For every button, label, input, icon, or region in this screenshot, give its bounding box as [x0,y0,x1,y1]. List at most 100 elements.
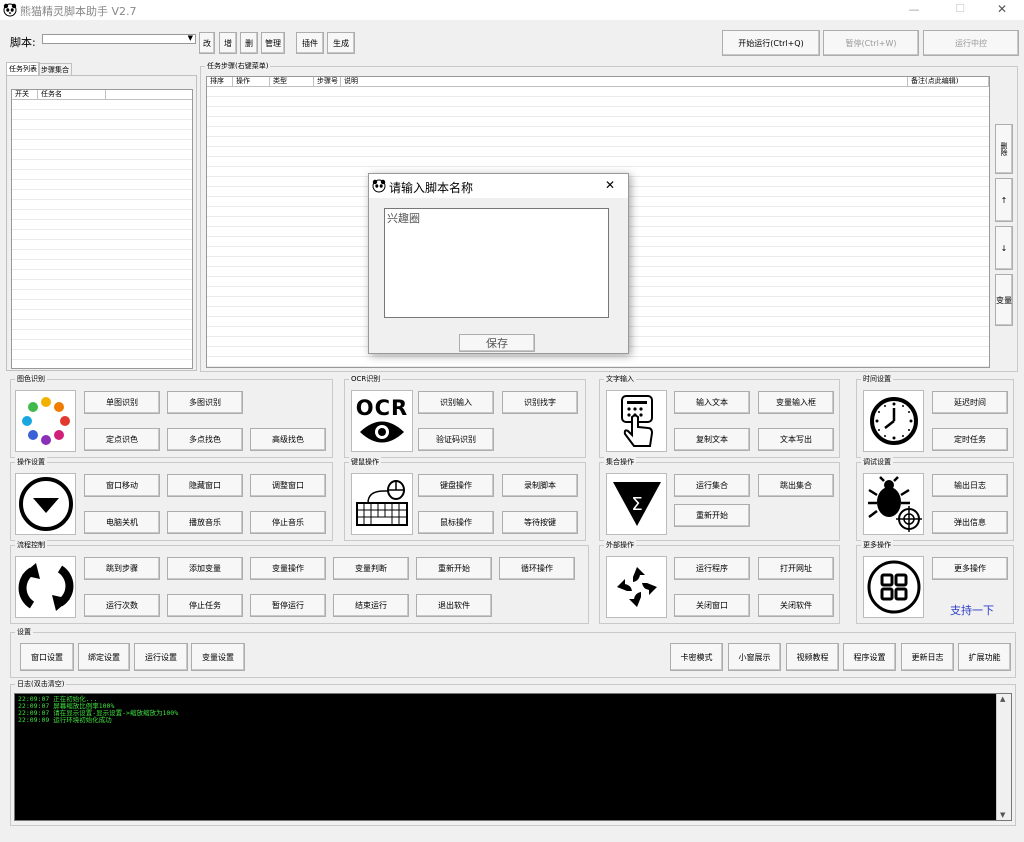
multi-image-recognition-button[interactable]: 多图识别 [167,391,243,414]
variable-settings-button[interactable]: 变量设置 [191,643,245,671]
single-image-recognition-button[interactable]: 单图识别 [84,391,160,414]
mouse-operation-button[interactable]: 鼠标操作 [418,511,494,534]
close-software-button[interactable]: 关闭软件 [758,594,834,617]
script-name-input[interactable]: 兴趣圈 [384,208,609,318]
exit-software-button[interactable]: 退出软件 [416,594,492,617]
variable-judge-button[interactable]: 变量判断 [333,557,409,580]
extensions-button[interactable]: 扩展功能 [958,643,1011,671]
minimize-button[interactable]: — [904,3,924,16]
col-operation[interactable]: 操作 [233,77,270,86]
delete-step-button[interactable]: 删除 [995,124,1013,174]
input-text-button[interactable]: 输入文本 [674,391,750,414]
recognize-input-button[interactable]: 识别输入 [418,391,494,414]
add-variable-button[interactable]: 添加变量 [167,557,243,580]
support-link[interactable]: 支持一下 [950,602,994,618]
end-run-button[interactable]: 结束运行 [333,594,409,617]
stop-music-button[interactable]: 停止音乐 [250,511,326,534]
captcha-recognition-button[interactable]: 验证码识别 [418,428,494,451]
edit-script-button[interactable]: 改 [199,32,215,54]
window-move-button[interactable]: 窗口移动 [84,474,160,497]
more-operations-button[interactable]: 更多操作 [932,557,1008,580]
move-up-button[interactable]: ↑ [995,178,1013,222]
generate-button[interactable]: 生成 [327,32,355,54]
copy-text-button[interactable]: 复制文本 [674,428,750,451]
scroll-up-icon[interactable]: ▲ [1000,695,1005,703]
run-collection-button[interactable]: 运行集合 [674,474,750,497]
pause-button[interactable]: 暂停(Ctrl+W) [823,30,919,56]
variable-input-box-button[interactable]: 变量输入框 [758,391,834,414]
tab-task-list[interactable]: 任务列表 [6,62,40,75]
dialog-close-button[interactable]: ✕ [605,178,615,192]
window-settings-button[interactable]: 窗口设置 [20,643,74,671]
play-music-button[interactable]: 播放音乐 [167,511,243,534]
steps-panel-title: 任务步骤(右键菜单) [205,61,271,71]
delete-script-button[interactable]: 删 [240,32,258,54]
stop-task-button[interactable]: 停止任务 [167,594,243,617]
grid-menu-icon [863,556,924,618]
move-down-button[interactable]: ↓ [995,226,1013,270]
dialog-save-button[interactable]: 保存 [459,334,535,352]
scroll-down-icon[interactable]: ▼ [1000,811,1005,819]
advanced-color-button[interactable]: 高级找色 [250,428,326,451]
pause-run-button[interactable]: 暂停运行 [250,594,326,617]
open-url-button[interactable]: 打开网址 [758,557,834,580]
col-description[interactable]: 说明 [341,77,908,86]
restart-button[interactable]: 重新开始 [416,557,492,580]
multi-point-color-button[interactable]: 多点找色 [167,428,243,451]
popup-message-button[interactable]: 弹出信息 [932,511,1008,534]
update-log-button[interactable]: 更新日志 [901,643,954,671]
col-task-name[interactable]: 任务名 [38,90,106,99]
col-order[interactable]: 排序 [207,77,233,86]
start-run-button[interactable]: 开始运行(Ctrl+Q) [722,30,820,56]
card-mode-button[interactable]: 卡密模式 [670,643,723,671]
task-list-rows [12,100,192,368]
col-step-number[interactable]: 步骤号 [314,77,341,86]
log-output[interactable]: 22:09:07 正在初始化... 22:09:07 屏幕缩放比例率100% 2… [14,693,1012,821]
close-button[interactable]: ✕ [992,2,1012,16]
manage-button[interactable]: 管理 [261,32,285,54]
output-log-button[interactable]: 输出日志 [932,474,1008,497]
task-list[interactable]: 开关 任务名 [11,89,193,369]
keyboard-mouse-icon [351,473,413,535]
video-tutorial-button[interactable]: 视频教程 [786,643,839,671]
down-arrow-circle-icon [15,473,76,535]
run-program-button[interactable]: 运行程序 [674,557,750,580]
app-logo-icon [3,3,17,17]
write-text-button[interactable]: 文本写出 [758,428,834,451]
jump-to-step-button[interactable]: 跳到步骤 [84,557,160,580]
bind-settings-button[interactable]: 绑定设置 [78,643,130,671]
run-count-button[interactable]: 运行次数 [84,594,160,617]
close-window-button[interactable]: 关闭窗口 [674,594,750,617]
col-type[interactable]: 类型 [270,77,314,86]
add-script-button[interactable]: 增 [219,32,237,54]
script-select[interactable]: ▼ [42,34,196,44]
exit-collection-button[interactable]: 跳出集合 [758,474,834,497]
variable-operation-button[interactable]: 变量操作 [250,557,326,580]
run-control-button[interactable]: 运行中控 [923,30,1019,56]
record-script-button[interactable]: 录制脚本 [502,474,578,497]
variable-button[interactable]: 变量 [995,274,1013,326]
script-name-dialog: 请输入脚本名称 ✕ 兴趣圈 保存 [368,173,629,354]
col-switch[interactable]: 开关 [12,90,38,99]
mini-window-button[interactable]: 小窗展示 [728,643,781,671]
plugin-button[interactable]: 插件 [296,32,324,54]
col-notes[interactable]: 备注(点此编辑) [908,77,989,86]
recognize-text-button[interactable]: 识别找字 [502,391,578,414]
dialog-title-bar: 请输入脚本名称 ✕ [369,174,628,198]
log-scrollbar[interactable]: ▲ ▼ [996,694,1011,820]
restart-collection-button[interactable]: 重新开始 [674,504,750,527]
keyboard-operation-button[interactable]: 键盘操作 [418,474,494,497]
maximize-button[interactable]: ☐ [950,2,970,15]
hide-window-button[interactable]: 隐藏窗口 [167,474,243,497]
delay-time-button[interactable]: 延迟时间 [932,391,1008,414]
loop-operation-button[interactable]: 循环操作 [499,557,575,580]
run-settings-button[interactable]: 运行设置 [134,643,188,671]
shutdown-button[interactable]: 电脑关机 [84,511,160,534]
steps-table-header: 排序 操作 类型 步骤号 说明 备注(点此编辑) [207,77,989,87]
point-color-button[interactable]: 定点识色 [84,428,160,451]
adjust-window-button[interactable]: 调整窗口 [250,474,326,497]
ocr-eye-icon: OCR [351,390,413,452]
scheduled-task-button[interactable]: 定时任务 [932,428,1008,451]
wait-key-button[interactable]: 等待按键 [502,511,578,534]
program-settings-button[interactable]: 程序设置 [843,643,896,671]
